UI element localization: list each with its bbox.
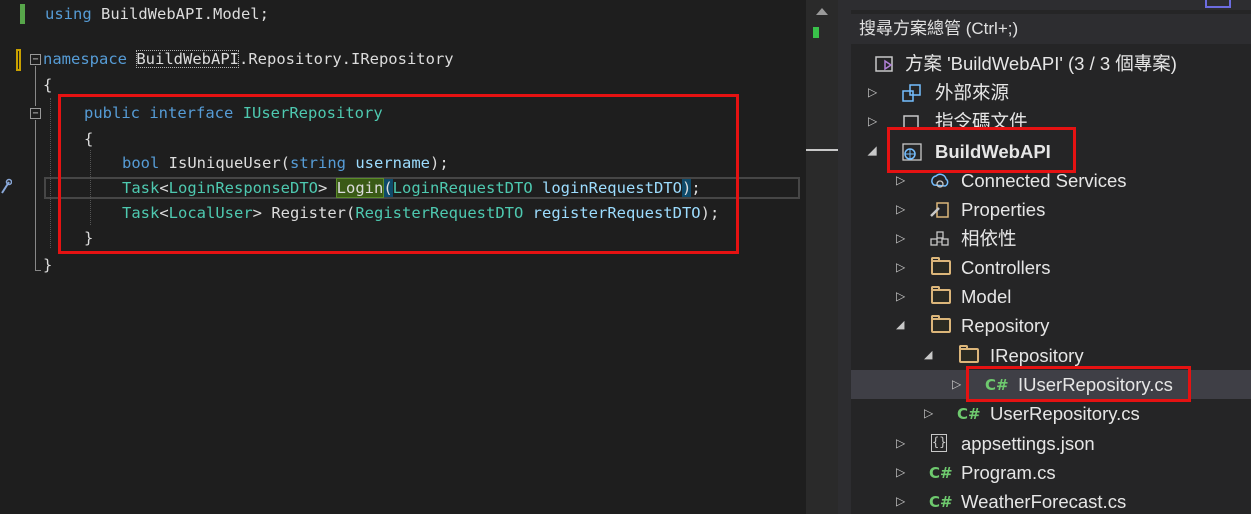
scroll-up-arrow-icon[interactable]: [816, 8, 828, 15]
expand-arrow-icon[interactable]: ▷: [896, 253, 905, 282]
expand-arrow-icon[interactable]: ▷: [924, 399, 933, 428]
tree-item-label: Controllers: [961, 257, 1051, 278]
fold-toggle-namespace[interactable]: −: [30, 54, 41, 65]
expand-arrow-icon[interactable]: ▷: [896, 195, 905, 224]
tree-item-label: Program.cs: [961, 462, 1056, 483]
expand-arrow-icon[interactable]: ▷: [896, 282, 905, 311]
external-sources-icon: [901, 82, 923, 102]
scroll-change-indicator: [813, 27, 819, 38]
tree-item-appsettings-json[interactable]: ▷ {} appsettings.json: [851, 429, 1251, 458]
toolbar-button[interactable]: [1205, 0, 1231, 8]
tree-item-solution[interactable]: 方案 'BuildWebAPI' (3 / 3 個專案): [851, 49, 1251, 78]
tree-item-repository[interactable]: ◢ Repository: [851, 311, 1251, 340]
tree-item-external-sources[interactable]: ▷ 外部來源: [851, 78, 1251, 107]
tree-item-label: 相依性: [961, 228, 1017, 249]
fold-line: [35, 120, 36, 270]
solution-explorer: 搜尋方案總管 (Ctrl+;) 方案 'BuildWebAPI' (3 / 3 …: [851, 0, 1251, 514]
code-line-using: using BuildWebAPI.Model;: [45, 3, 269, 25]
tree-item-dependencies[interactable]: ▷ 相依性: [851, 224, 1251, 253]
tree-item-label: appsettings.json: [961, 433, 1095, 454]
annotation-box-interface: [58, 94, 739, 254]
dependencies-icon: [929, 228, 951, 248]
quick-action-icon[interactable]: [0, 178, 13, 196]
folder-icon: [959, 345, 979, 363]
tree-item-properties[interactable]: ▷ Properties: [851, 195, 1251, 224]
indent-guide: [50, 98, 51, 248]
namespace-rest: .Repository.IRepository: [239, 50, 454, 68]
editor-vertical-scrollbar[interactable]: [806, 0, 838, 514]
using-namespace: BuildWebAPI.Model;: [91, 5, 269, 23]
change-marker: [16, 49, 21, 71]
expand-arrow-icon[interactable]: ▷: [868, 78, 877, 107]
tree-item-program-cs[interactable]: ▷ C# Program.cs: [851, 458, 1251, 487]
folder-icon: [931, 257, 951, 275]
csharp-file-icon: C#: [957, 405, 981, 423]
keyword-namespace: namespace: [43, 50, 127, 68]
expand-arrow-icon[interactable]: ▷: [896, 224, 905, 253]
annotation-box-iuserrepository: [966, 366, 1191, 402]
scroll-caret-indicator: [806, 149, 838, 151]
solution-search-input[interactable]: 搜尋方案總管 (Ctrl+;): [851, 14, 1251, 44]
tree-item-label: Properties: [961, 199, 1046, 220]
expand-arrow-icon[interactable]: ▷: [896, 458, 905, 487]
annotation-box-project: [887, 127, 1076, 173]
collapse-arrow-icon[interactable]: ◢: [868, 137, 876, 166]
tree-item-label: Model: [961, 286, 1012, 307]
fold-line: [35, 270, 41, 271]
tree-item-label: 外部來源: [935, 82, 1010, 103]
expand-arrow-icon[interactable]: ▷: [896, 429, 905, 458]
code-editor[interactable]: using BuildWebAPI.Model; − namespace Bui…: [0, 0, 806, 514]
expand-arrow-icon[interactable]: ▷: [896, 487, 905, 514]
tree-item-weatherforecast-cs[interactable]: ▷ C# WeatherForecast.cs: [851, 487, 1251, 514]
folder-icon: [931, 286, 951, 304]
solution-icon: [875, 53, 897, 73]
tree-item-label: 方案 'BuildWebAPI' (3 / 3 個專案): [905, 53, 1177, 74]
keyword-using: using: [45, 5, 92, 23]
json-file-icon: {}: [931, 434, 947, 452]
csharp-file-icon: C#: [929, 493, 953, 511]
connected-services-icon: [929, 170, 951, 190]
fold-toggle-interface[interactable]: −: [30, 108, 41, 119]
expand-arrow-icon[interactable]: ▷: [952, 370, 961, 399]
tree-item-label: WeatherForecast.cs: [961, 491, 1127, 512]
collapse-arrow-icon[interactable]: ◢: [896, 311, 904, 340]
tree-item-controllers[interactable]: ▷ Controllers: [851, 253, 1251, 282]
folder-icon: [931, 315, 951, 333]
collapse-arrow-icon[interactable]: ◢: [924, 341, 932, 370]
tree-item-label: UserRepository.cs: [990, 403, 1140, 424]
tree-item-label: Repository: [961, 315, 1050, 336]
namespace-close-brace: }: [43, 256, 53, 274]
change-marker: [20, 4, 25, 24]
toolbar-strip: [851, 0, 1251, 10]
expand-arrow-icon[interactable]: ▷: [868, 107, 877, 136]
namespace-root: BuildWebAPI: [136, 50, 239, 68]
namespace-open-brace: {: [43, 76, 53, 94]
tree-item-model[interactable]: ▷ Model: [851, 282, 1251, 311]
fold-line: [35, 66, 36, 106]
code-line-namespace: namespace BuildWebAPI.Repository.IReposi…: [43, 48, 454, 70]
tree-item-userrepository-cs[interactable]: ▷ C# UserRepository.cs: [851, 399, 1251, 428]
properties-icon: [929, 199, 951, 219]
panel-splitter[interactable]: [838, 0, 851, 514]
csharp-file-icon: C#: [929, 464, 953, 482]
